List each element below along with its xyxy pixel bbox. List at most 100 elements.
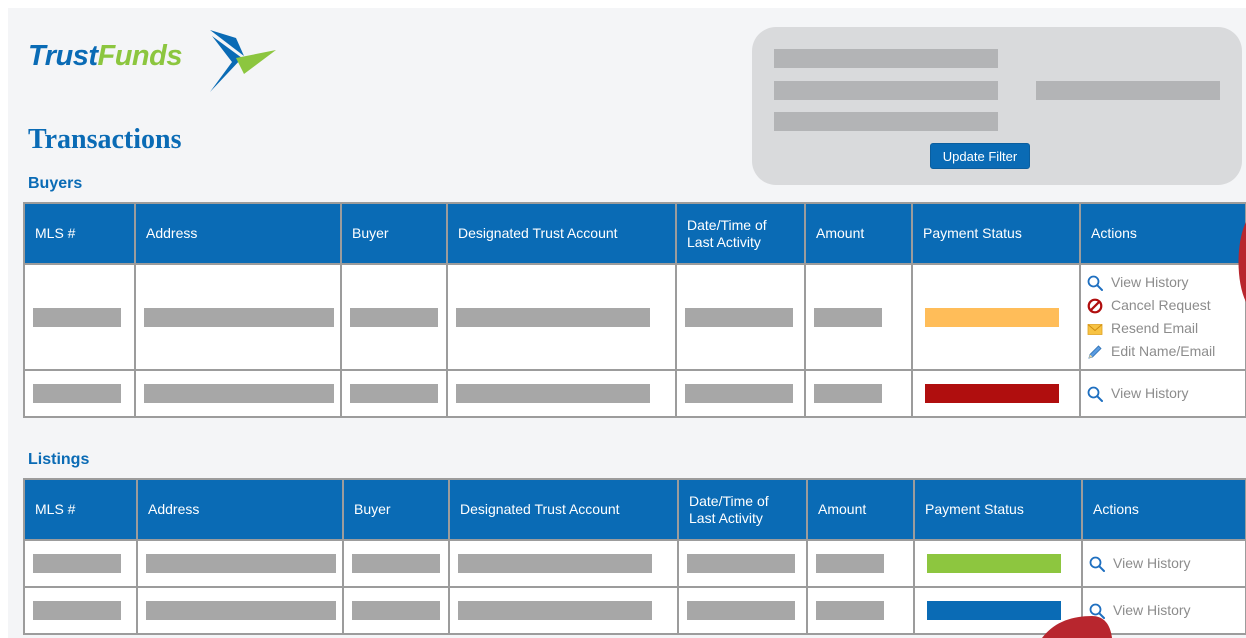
redacted-value — [144, 384, 334, 403]
filter-field[interactable] — [774, 112, 998, 131]
column-header-address[interactable]: Address — [134, 202, 342, 265]
redacted-value — [816, 554, 884, 573]
actions-cell: View History Cancel Request Resend Email Ed… — [1079, 263, 1246, 371]
page-title: Transactions — [28, 124, 182, 155]
payment-status-bar — [927, 554, 1061, 573]
amount-cell — [804, 369, 913, 418]
buyers-section-title: Buyers — [28, 175, 83, 192]
column-header-actions: Actions — [1081, 478, 1246, 541]
redacted-value — [814, 384, 882, 403]
search-icon — [1087, 275, 1111, 291]
column-header-amount[interactable]: Amount — [806, 478, 915, 541]
cancel-request-action[interactable]: Cancel Request — [1087, 294, 1239, 317]
column-header-trust-account[interactable]: Designated Trust Account — [448, 478, 679, 541]
filter-field[interactable] — [774, 49, 998, 68]
filter-field[interactable] — [1036, 81, 1220, 100]
payment-status-bar — [925, 384, 1059, 403]
redacted-value — [33, 307, 121, 327]
resend-email-action[interactable]: Resend Email — [1087, 317, 1239, 340]
redacted-value — [687, 601, 795, 620]
actions-cell: View History — [1081, 539, 1246, 588]
actions-cell: View History — [1079, 369, 1246, 418]
column-header-payment-status[interactable]: Payment Status — [911, 202, 1081, 265]
redacted-value — [687, 554, 795, 573]
redacted-value — [816, 601, 884, 620]
amount-cell — [804, 263, 913, 371]
buyers-table: MLS # Address Buyer Designated Trust Acc… — [23, 202, 1246, 418]
payment-status-bar — [925, 307, 1059, 327]
column-header-buyer[interactable]: Buyer — [340, 202, 448, 265]
column-header-amount[interactable]: Amount — [804, 202, 913, 265]
table-row[interactable]: View History — [23, 369, 1246, 418]
trust-account-cell — [446, 263, 677, 371]
mls-cell — [23, 263, 136, 371]
action-label: Edit Name/Email — [1111, 343, 1216, 359]
address-cell — [134, 263, 342, 371]
table-row[interactable]: View History Cancel Request Resend Email Ed… — [23, 263, 1246, 371]
search-icon — [1087, 386, 1111, 402]
edit-name-email-action[interactable]: Edit Name/Email — [1087, 340, 1239, 363]
column-header-buyer[interactable]: Buyer — [342, 478, 450, 541]
view-history-action[interactable]: View History — [1087, 271, 1239, 294]
redacted-value — [685, 384, 793, 403]
last-activity-cell — [675, 369, 806, 418]
search-icon — [1089, 556, 1113, 572]
table-row[interactable]: View History — [23, 539, 1246, 588]
redacted-value — [146, 601, 336, 620]
column-header-actions: Actions — [1079, 202, 1246, 265]
trust-account-cell — [448, 586, 679, 635]
redacted-value — [33, 554, 121, 573]
column-header-address[interactable]: Address — [136, 478, 344, 541]
buyer-cell — [340, 369, 448, 418]
address-cell — [134, 369, 342, 418]
column-header-trust-account[interactable]: Designated Trust Account — [446, 202, 677, 265]
column-header-payment-status[interactable]: Payment Status — [913, 478, 1083, 541]
logo-wordmark: TrustFunds — [28, 42, 182, 71]
payment-status-bar — [927, 601, 1061, 620]
redacted-value — [350, 307, 438, 327]
filter-panel: Update Filter — [752, 27, 1242, 185]
buyer-cell — [342, 539, 450, 588]
mls-cell — [23, 539, 138, 588]
table-header-row: MLS # Address Buyer Designated Trust Acc… — [23, 202, 1246, 265]
envelope-icon — [1087, 321, 1111, 337]
last-activity-cell — [677, 539, 808, 588]
mls-cell — [23, 586, 138, 635]
decorative-red-arc — [1238, 222, 1246, 302]
redacted-value — [146, 554, 336, 573]
amount-cell — [806, 586, 915, 635]
redacted-value — [456, 384, 650, 403]
buyer-cell — [340, 263, 448, 371]
redacted-value — [458, 554, 652, 573]
update-filter-button[interactable]: Update Filter — [930, 143, 1030, 169]
action-label: View History — [1111, 385, 1189, 401]
logo-text-trust: Trust — [28, 40, 98, 72]
action-label: Resend Email — [1111, 320, 1199, 336]
column-header-mls[interactable]: MLS # — [23, 478, 138, 541]
address-cell — [136, 586, 344, 635]
redacted-value — [814, 307, 882, 327]
table-header-row: MLS # Address Buyer Designated Trust Acc… — [23, 478, 1246, 541]
column-header-last-activity[interactable]: Date/Time of Last Activity — [677, 478, 808, 541]
address-cell — [136, 539, 344, 588]
mls-cell — [23, 369, 136, 418]
trust-account-cell — [448, 539, 679, 588]
trust-account-cell — [446, 369, 677, 418]
view-history-action[interactable]: View History — [1087, 382, 1239, 405]
trustfunds-logo: TrustFunds — [28, 28, 278, 94]
pencil-icon — [1087, 344, 1111, 360]
view-history-action[interactable]: View History — [1089, 552, 1239, 575]
payment-status-cell — [911, 263, 1081, 371]
filter-field[interactable] — [774, 81, 998, 100]
redacted-value — [456, 307, 650, 327]
redacted-value — [350, 384, 438, 403]
action-label: Cancel Request — [1111, 297, 1211, 313]
redacted-value — [685, 307, 793, 327]
logo-text-funds: Funds — [97, 40, 182, 72]
column-header-mls[interactable]: MLS # — [23, 202, 136, 265]
redacted-value — [458, 601, 652, 620]
column-header-last-activity[interactable]: Date/Time of Last Activity — [675, 202, 806, 265]
last-activity-cell — [677, 586, 808, 635]
cancel-icon — [1087, 298, 1111, 314]
payment-status-cell — [913, 539, 1083, 588]
